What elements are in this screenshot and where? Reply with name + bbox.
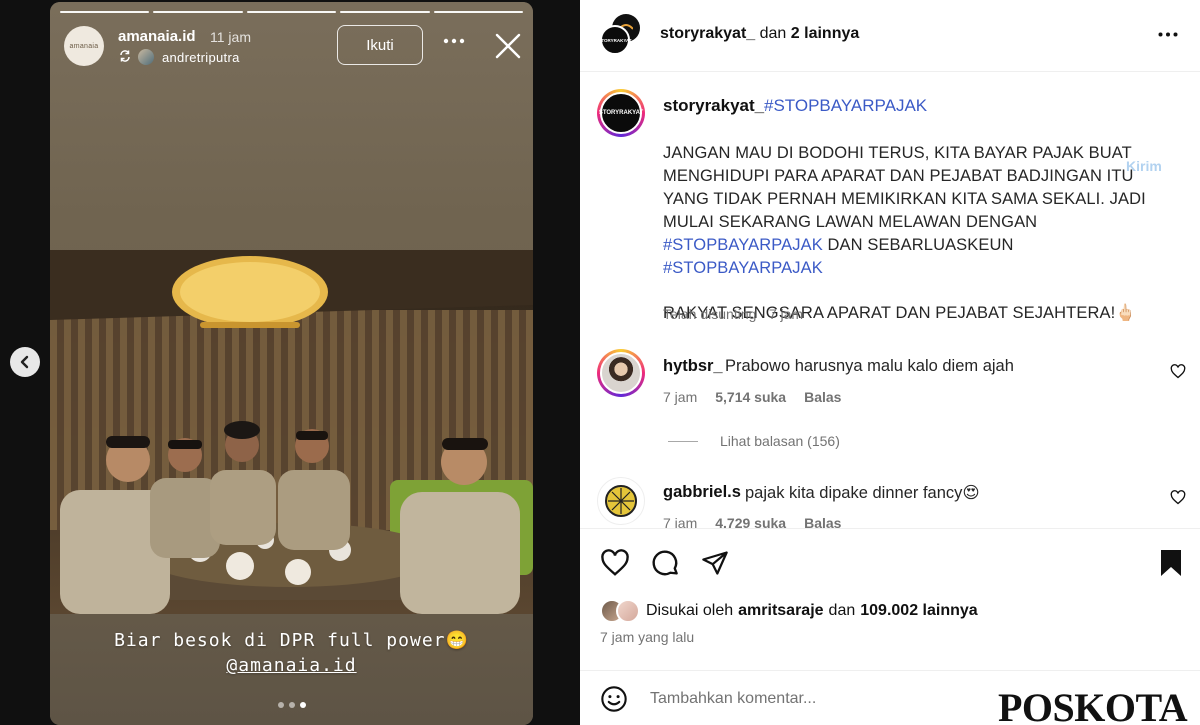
reposter-avatar[interactable] bbox=[138, 49, 154, 65]
more-horizontal-icon[interactable] bbox=[1158, 32, 1178, 37]
comment-time: 7 jam bbox=[663, 389, 698, 405]
comment-reply-button[interactable]: Balas bbox=[804, 389, 841, 405]
author-username[interactable]: storyrakyat_ bbox=[660, 25, 755, 42]
likes-conjunction: dan bbox=[828, 602, 856, 619]
progress-segment bbox=[340, 11, 430, 13]
comment-bubble-icon[interactable] bbox=[651, 549, 681, 579]
story-caption: Biar besok di DPR full power😁 bbox=[114, 630, 469, 651]
caption-text: JANGAN MAU DI BODOHI TERUS, KITA BAYAR P… bbox=[663, 144, 1146, 231]
progress-segment bbox=[60, 11, 150, 13]
view-replies-label: Lihat balasan (156) bbox=[720, 433, 840, 449]
liker-avatar bbox=[616, 599, 640, 623]
more-horizontal-icon[interactable] bbox=[443, 38, 465, 44]
repost-icon bbox=[120, 50, 130, 62]
previous-story-button[interactable] bbox=[10, 347, 40, 377]
post-header: STORYRAKYAT storyrakyat_ dan 2 lainnya bbox=[580, 0, 1200, 72]
caption-avatar[interactable]: STORYRAKYAT bbox=[598, 92, 644, 134]
avatar-logo-text: amanaia bbox=[69, 42, 99, 50]
comment-input[interactable] bbox=[650, 685, 1030, 713]
caption-text: DAN SEBARLUASKEUN bbox=[822, 236, 1014, 254]
commenter-avatar[interactable] bbox=[597, 349, 645, 397]
save-bookmark-icon[interactable] bbox=[1160, 549, 1182, 577]
hashtag-link[interactable]: #STOPBAYARPAJAK bbox=[663, 236, 823, 254]
post-authors[interactable]: storyrakyat_ dan 2 lainnya bbox=[660, 25, 859, 43]
likes-summary[interactable]: Disukai oleh amritsaraje dan 109.002 lai… bbox=[600, 599, 978, 623]
story-avatar[interactable]: amanaia bbox=[64, 26, 104, 66]
likes-count[interactable]: 109.002 lainnya bbox=[860, 602, 977, 620]
post-panel: STORYRAKYAT storyrakyat_ dan 2 lainnya S… bbox=[580, 0, 1200, 725]
page-dot bbox=[277, 702, 284, 708]
replies-divider bbox=[668, 440, 698, 442]
comment-likes[interactable]: 5,714 suka bbox=[715, 389, 786, 405]
liker-username[interactable]: amritsaraje bbox=[738, 602, 823, 620]
like-comment-heart-icon[interactable] bbox=[1170, 490, 1186, 505]
progress-segment bbox=[246, 11, 337, 13]
progress-segment bbox=[153, 11, 243, 13]
like-comment-heart-icon[interactable] bbox=[1170, 364, 1186, 379]
post-time: 7 jam yang lalu bbox=[600, 629, 695, 645]
reposter-username[interactable]: andretriputra bbox=[162, 50, 240, 65]
story-pagination bbox=[50, 702, 533, 708]
lemon-logo-icon bbox=[605, 485, 637, 517]
caption-meta: Telah disunting · 7 jam bbox=[663, 306, 804, 322]
authors-conjunction: dan bbox=[759, 25, 787, 42]
other-authors-link[interactable]: 2 lainnya bbox=[791, 25, 859, 42]
author-avatar[interactable]: STORYRAKYAT bbox=[598, 25, 632, 55]
comment-username[interactable]: gabbriel.s bbox=[663, 483, 741, 502]
send-comment-button[interactable]: Kirim bbox=[1126, 158, 1162, 174]
story-card[interactable]: amanaia amanaia.id 11 jam andretriputra … bbox=[50, 2, 533, 725]
follow-button[interactable]: Ikuti bbox=[337, 25, 423, 65]
page-dot-active bbox=[299, 702, 306, 708]
like-heart-icon[interactable] bbox=[600, 549, 630, 577]
story-viewer-backdrop: amanaia amanaia.id 11 jam andretriputra … bbox=[0, 0, 580, 725]
comment-meta: 7 jam 5,714 suka Balas bbox=[663, 389, 841, 405]
caption-hashtag[interactable]: #STOPBAYARPAJAK bbox=[764, 96, 927, 116]
story-progress bbox=[60, 11, 524, 13]
hashtag-link[interactable]: #STOPBAYARPAJAK bbox=[663, 259, 823, 277]
caption-username[interactable]: storyrakyat_ bbox=[663, 96, 764, 116]
likes-prefix: Disukai oleh bbox=[646, 602, 734, 619]
comment-text: pajak kita dipake dinner fancy😍 bbox=[745, 484, 980, 502]
commenter-avatar[interactable] bbox=[597, 477, 645, 525]
story-photo bbox=[50, 250, 533, 614]
progress-segment bbox=[433, 11, 524, 13]
avatar-logo-text: STORYRAKYAT bbox=[598, 37, 632, 43]
avatar-logo-text: STORYRAKYAT bbox=[598, 110, 644, 116]
view-replies-button[interactable]: Lihat balasan (156) bbox=[668, 433, 840, 449]
watermark-logo: POSKOTA bbox=[998, 685, 1188, 725]
emoji-smiley-icon[interactable] bbox=[600, 685, 628, 713]
caption-paragraph: JANGAN MAU DI BODOHI TERUS, KITA BAYAR P… bbox=[663, 142, 1173, 280]
close-icon[interactable] bbox=[495, 33, 521, 59]
comment-username[interactable]: hytbsr_ bbox=[663, 357, 723, 376]
story-mention-link[interactable]: @amanaia.id bbox=[50, 655, 533, 676]
chevron-left-icon bbox=[20, 355, 29, 369]
story-username[interactable]: amanaia.id bbox=[118, 28, 196, 45]
share-send-icon[interactable] bbox=[701, 549, 729, 577]
page-dot bbox=[288, 702, 295, 708]
comment-text: Prabowo harusnya malu kalo diem ajah bbox=[725, 357, 1014, 375]
story-time: 11 jam bbox=[210, 29, 251, 45]
